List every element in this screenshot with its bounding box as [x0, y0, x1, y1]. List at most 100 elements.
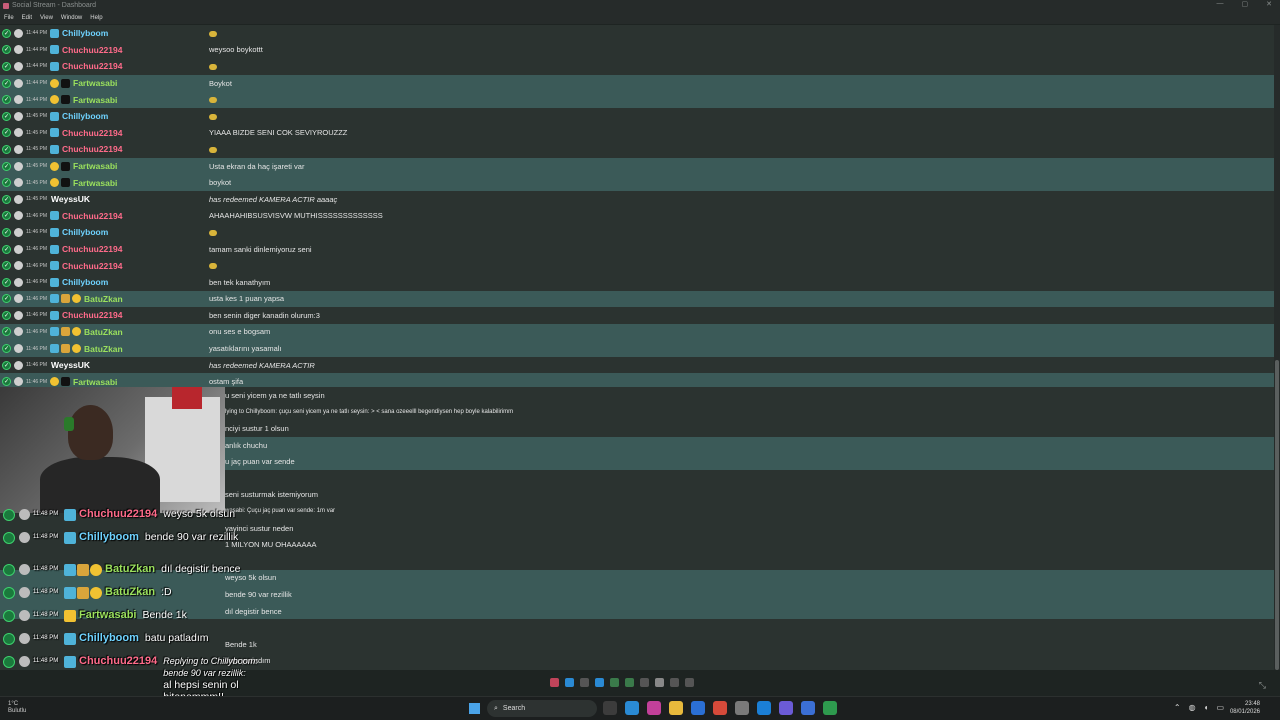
mod-check-icon[interactable]: ✓ [2, 144, 11, 154]
user-icon[interactable] [14, 261, 23, 271]
username[interactable]: Chillyboom [62, 111, 108, 121]
mod-check-icon[interactable]: ✓ [2, 211, 11, 221]
mod-check-icon[interactable]: ✓ [2, 28, 11, 38]
menu-file[interactable]: File [4, 15, 14, 21]
chat-row[interactable]: ✓ 11:44 PM Chillyboom [0, 25, 1274, 42]
chat-row[interactable]: ✓ 11:44 PM Fartwasabi [0, 91, 1274, 108]
user-icon[interactable] [14, 277, 23, 287]
mod-check-icon[interactable]: ✓ [2, 377, 11, 387]
chat-row[interactable]: ✓ 11:45 PM Chuchuu22194 YIAAA BIZDE SENI CO… [0, 124, 1274, 142]
mod-check-icon[interactable]: ✓ [2, 344, 11, 354]
mod-check-icon[interactable]: ✓ [2, 277, 11, 287]
chat-row[interactable]: ✓ 11:46 PM BatuZkan onu ses e bogsam [0, 323, 1274, 341]
mod-check-icon[interactable]: ✓ [2, 327, 11, 337]
user-icon[interactable] [14, 128, 23, 138]
chat-icon[interactable] [565, 678, 574, 687]
menu-edit[interactable]: Edit [22, 15, 32, 21]
username[interactable]: Chuchuu22194 [62, 211, 122, 221]
windows-start-icon[interactable] [469, 703, 480, 714]
mod-check-icon[interactable]: ✓ [2, 261, 11, 271]
user-icon[interactable] [14, 211, 23, 221]
taskbar-app-icon[interactable] [735, 701, 749, 715]
taskbar-app-icon[interactable] [713, 701, 727, 715]
circle-icon-2[interactable] [625, 678, 634, 687]
username[interactable]: Chuchuu22194 [62, 45, 122, 55]
taskbar-app-icon[interactable] [603, 701, 617, 715]
broom-icon[interactable] [655, 678, 664, 687]
user-icon[interactable] [14, 111, 23, 121]
user-icon[interactable] [14, 194, 23, 204]
filter-icon[interactable] [595, 678, 604, 687]
taskbar-app-icon[interactable] [779, 701, 793, 715]
bell-icon[interactable] [580, 678, 589, 687]
menu-help[interactable]: Help [90, 15, 102, 21]
circle-icon[interactable] [610, 678, 619, 687]
mute-icon[interactable] [685, 678, 694, 687]
collapse-icon[interactable]: ⤡ [1259, 680, 1266, 691]
chat-row[interactable]: ✓ 11:46 PM Chillyboom [0, 224, 1274, 241]
dot-icon[interactable] [640, 678, 649, 687]
username[interactable]: BatuZkan [84, 327, 123, 337]
user-icon[interactable] [14, 28, 23, 38]
chat-row[interactable]: ✓ 11:46 PM Chuchuu22194 tamam sanki dinlemi… [0, 240, 1274, 258]
chat-row[interactable]: ✓ 11:46 PM Chuchuu22194 AHAAHAHIBSUSVISVW M… [0, 207, 1274, 225]
taskbar-app-icon[interactable] [823, 701, 837, 715]
user-icon[interactable] [14, 377, 23, 387]
clock[interactable]: 23:48 08/01/2026 [1230, 700, 1260, 716]
volume-icon[interactable]: ◖ [1204, 703, 1209, 712]
user-icon[interactable] [14, 310, 23, 320]
chat-row[interactable]: ✓ 11:45 PM Fartwasabi boykot [0, 174, 1274, 191]
user-icon[interactable] [14, 294, 23, 304]
chat-row[interactable]: ✓ 11:46 PM Fartwasabi ostam şifa [0, 373, 1274, 387]
username[interactable]: Fartwasabi [73, 78, 117, 88]
username[interactable]: BatuZkan [84, 294, 123, 304]
username[interactable]: Fartwasabi [73, 161, 117, 171]
chat-row[interactable]: ✓ 11:46 PM Chuchuu22194 [0, 257, 1274, 274]
user-icon[interactable] [14, 95, 23, 105]
network-icon[interactable]: ◍ [1189, 703, 1196, 712]
user-icon[interactable] [14, 78, 23, 88]
taskbar-app-icon[interactable] [625, 701, 639, 715]
menu-window[interactable]: Window [61, 15, 82, 21]
battery-icon[interactable]: ▭ [1216, 703, 1224, 712]
chat-row[interactable]: ✓ 11:46 PM BatuZkan yasatıklarını yasamalı [0, 340, 1274, 357]
chat-row[interactable]: ✓ 11:45 PM Fartwasabi Usta ekran da haç işa… [0, 157, 1274, 175]
chat-row[interactable]: ✓ 11:44 PM Chuchuu22194 weysoo boykottt [0, 41, 1274, 59]
keyboard-icon[interactable] [670, 678, 679, 687]
taskbar-app-icon[interactable] [801, 701, 815, 715]
scrollbar[interactable] [1274, 25, 1280, 670]
username[interactable]: Chuchuu22194 [62, 61, 122, 71]
chat-row[interactable]: ✓ 11:46 PM Chillyboom ben tek kanathyım [0, 273, 1274, 291]
mod-check-icon[interactable]: ✓ [2, 294, 11, 304]
username[interactable]: Chuchuu22194 [62, 261, 122, 271]
username[interactable]: Chuchuu22194 [62, 244, 122, 254]
user-icon[interactable] [14, 178, 23, 188]
mod-check-icon[interactable]: ✓ [2, 161, 11, 171]
user-icon[interactable] [14, 161, 23, 171]
close-button[interactable]: ✕ [1266, 0, 1272, 8]
username[interactable]: Chillyboom [62, 277, 108, 287]
chat-row[interactable]: ✓ 11:44 PM Chuchuu22194 [0, 58, 1274, 75]
pause-icon[interactable] [550, 678, 559, 687]
username[interactable]: Fartwasabi [73, 377, 117, 387]
chat-row[interactable]: ✓ 11:46 PM BatuZkan usta kes 1 puan yapsa [0, 290, 1274, 308]
mod-check-icon[interactable]: ✓ [2, 244, 11, 254]
mod-check-icon[interactable]: ✓ [2, 95, 11, 105]
weather-widget[interactable]: 1°C Bulutlu [8, 701, 26, 715]
mod-check-icon[interactable]: ✓ [2, 111, 11, 121]
username[interactable]: BatuZkan [84, 344, 123, 354]
user-icon[interactable] [14, 360, 23, 370]
taskbar-app-icon[interactable] [691, 701, 705, 715]
chat-row[interactable]: ✓ 11:46 PM WeyssUK has redeemed KAMERA ACTI… [0, 356, 1274, 374]
taskbar-app-icon[interactable] [757, 701, 771, 715]
username[interactable]: Chillyboom [62, 227, 108, 237]
username[interactable]: Chillyboom [62, 28, 108, 38]
mod-check-icon[interactable]: ✓ [2, 128, 11, 138]
user-icon[interactable] [14, 144, 23, 154]
mod-check-icon[interactable]: ✓ [2, 178, 11, 188]
mod-check-icon[interactable]: ✓ [2, 78, 11, 88]
scrollbar-thumb[interactable] [1275, 360, 1279, 670]
chat-row[interactable]: ✓ 11:44 PM Fartwasabi Boykot [0, 74, 1274, 92]
username[interactable]: WeyssUK [51, 194, 90, 204]
username[interactable]: Chuchuu22194 [62, 144, 122, 154]
